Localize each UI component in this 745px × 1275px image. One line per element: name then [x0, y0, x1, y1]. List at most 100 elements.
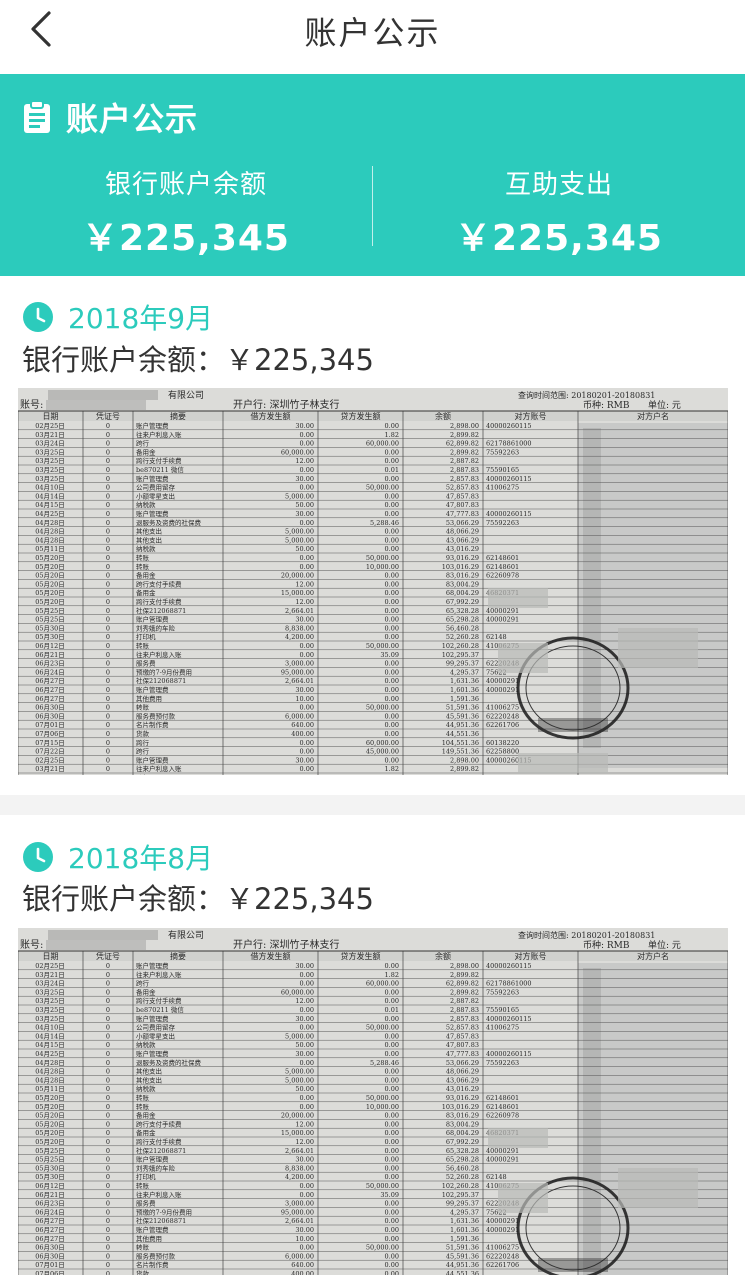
- cell-voucher: 0: [106, 1059, 110, 1067]
- cell-date: 05月20日: [35, 580, 65, 588]
- cell-summary: 纳税款: [136, 1040, 156, 1049]
- cell-balance: 52,857.83: [446, 1024, 479, 1032]
- cell-voucher: 0: [106, 510, 110, 518]
- cell-debit: 0.00: [300, 651, 314, 659]
- cell-summary: 转账: [136, 1243, 150, 1252]
- section-separator: [0, 795, 745, 815]
- cell-voucher: 0: [106, 1147, 110, 1155]
- cell-balance: 56,460.28: [446, 624, 479, 632]
- cell-debit: 640.00: [291, 721, 314, 729]
- cell-credit: 60,000.00: [366, 440, 399, 448]
- month-balance: 银行账户余额：￥225,345: [22, 876, 374, 918]
- cell-date: 07月22日: [35, 748, 65, 756]
- cell-voucher: 0: [106, 440, 110, 448]
- cell-account: 75592263: [486, 1059, 519, 1067]
- cell-voucher: 0: [106, 457, 110, 465]
- cell-date: 05月25日: [35, 1156, 65, 1164]
- cell-balance: 2,899.82: [450, 971, 479, 979]
- cell-summary: 转账: [136, 703, 150, 712]
- cell-voucher: 0: [106, 1129, 110, 1137]
- cell-balance: 65,328.28: [446, 607, 479, 615]
- cell-debit: 0.00: [300, 519, 314, 527]
- cell-voucher: 0: [106, 1138, 110, 1146]
- cell-account: 62148601: [486, 563, 519, 571]
- cell-account: 75590165: [486, 466, 519, 474]
- cell-summary: 刘秀娥的车险: [136, 1163, 176, 1172]
- cell-account: 40000260115: [486, 1015, 532, 1023]
- cell-voucher: 0: [106, 528, 110, 536]
- cell-date: 07月06日: [35, 1270, 65, 1275]
- cell-balance: 4,295.37: [450, 668, 479, 676]
- cell-debit: 30.00: [295, 422, 314, 430]
- cell-summary: 跨行支付手续费: [136, 456, 182, 465]
- cell-credit: 0.00: [385, 616, 399, 624]
- cell-summary: 往来户利息入账: [136, 970, 182, 979]
- cell-summary: 备用金: [136, 1111, 156, 1120]
- statement-account-label: 账号:: [20, 939, 43, 951]
- cell-credit: 0.00: [385, 686, 399, 694]
- redacted-block: [48, 390, 158, 400]
- bank-statement-photo[interactable]: 有限公司 查询时间范围: 20180201-20180831 账号: 开户行: 深圳竹…: [18, 388, 728, 775]
- cell-balance: 93,016.29: [446, 554, 479, 562]
- cell-date: 06月27日: [35, 677, 65, 685]
- cell-credit: 0.00: [385, 1032, 399, 1040]
- cell-debit: 30.00: [295, 962, 314, 970]
- cell-summary: 公司费用留存: [136, 483, 176, 492]
- cell-voucher: 0: [106, 1156, 110, 1164]
- cell-summary: 货款: [136, 1269, 150, 1275]
- cell-voucher: 0: [106, 712, 110, 720]
- cell-debit: 2,664.01: [285, 607, 314, 615]
- cell-voucher: 0: [106, 1208, 110, 1216]
- cell-credit: 0.01: [385, 466, 399, 474]
- statement-branch: 开户行: 深圳竹子林支行: [233, 398, 340, 411]
- cell-date: 03月21日: [35, 765, 65, 773]
- cell-date: 02月25日: [35, 756, 65, 764]
- cell-balance: 68,004.29: [446, 1129, 479, 1137]
- cell-date: 07月15日: [35, 739, 65, 747]
- cell-debit: 15,000.00: [281, 1129, 314, 1137]
- cell-date: 02月25日: [35, 962, 65, 970]
- cell-date: 06月27日: [35, 1226, 65, 1234]
- cell-debit: 0.00: [300, 704, 314, 712]
- cell-debit: 30.00: [295, 475, 314, 483]
- cell-credit: 50,000.00: [366, 1244, 399, 1252]
- cell-summary: 其他费用: [136, 1234, 162, 1243]
- cell-voucher: 0: [106, 545, 110, 553]
- cell-balance: 2,887.83: [450, 1006, 479, 1014]
- cell-summary: 账户管理费: [136, 421, 169, 430]
- cell-date: 05月11日: [35, 1085, 65, 1093]
- cell-date: 06月27日: [35, 1235, 65, 1243]
- cell-voucher: 0: [106, 1103, 110, 1111]
- cell-credit: 0.00: [385, 624, 399, 632]
- month-label: 2018年9月: [68, 302, 214, 335]
- cell-date: 03月25日: [35, 1006, 65, 1014]
- cell-summary: 名片制作费: [136, 720, 169, 729]
- cell-debit: 12.00: [295, 997, 314, 1005]
- cell-date: 03月25日: [35, 457, 65, 465]
- cell-account: 75590165: [486, 1006, 519, 1014]
- cell-debit: 30.00: [295, 616, 314, 624]
- cell-balance: 56,460.28: [446, 1164, 479, 1172]
- cell-balance: 43,066.29: [446, 536, 479, 544]
- cell-balance: 1,631.36: [450, 1217, 479, 1225]
- cell-balance: 2,887.82: [450, 997, 479, 1005]
- cell-balance: 1,591.36: [450, 695, 479, 703]
- cell-balance: 83,004.29: [446, 580, 479, 588]
- cell-credit: 0.00: [385, 756, 399, 764]
- cell-credit: 0.00: [385, 607, 399, 615]
- cell-voucher: 0: [106, 1068, 110, 1076]
- column-header: 凭证号: [96, 951, 120, 961]
- cell-debit: 30.00: [295, 686, 314, 694]
- cell-debit: 5,000.00: [285, 1068, 314, 1076]
- cell-credit: 0.00: [385, 997, 399, 1005]
- bank-statement-photo[interactable]: 有限公司 查询时间范围: 20180201-20180831 账号: 开户行: 深圳竹…: [18, 928, 728, 1275]
- cell-credit: 0.00: [385, 988, 399, 996]
- cell-date: 05月20日: [35, 1129, 65, 1137]
- cell-summary: 账户管理费: [136, 755, 169, 764]
- nav-bar: 账户公示: [0, 0, 745, 74]
- cell-voucher: 0: [106, 1032, 110, 1040]
- cell-summary: 备用金: [136, 571, 156, 580]
- cell-debit: 640.00: [291, 1261, 314, 1269]
- cell-summary: 社保212068871: [136, 1216, 186, 1225]
- cell-balance: 47,777.83: [446, 510, 479, 518]
